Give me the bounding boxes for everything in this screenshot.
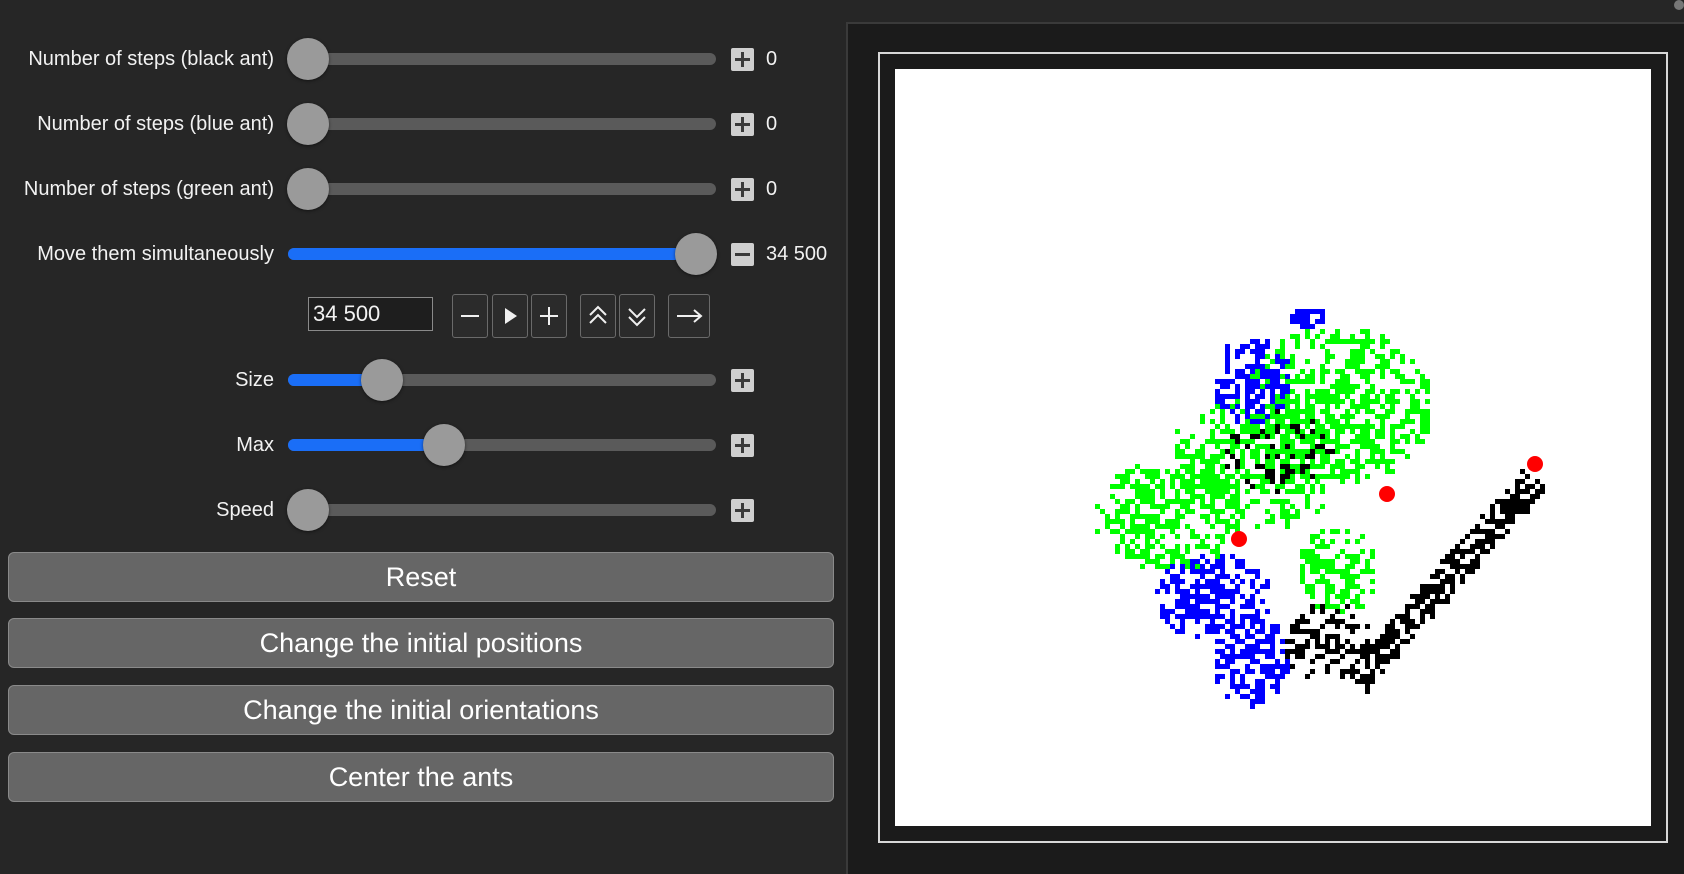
center-ants-button[interactable]: Center the ants xyxy=(8,752,834,802)
slider-label: Max xyxy=(236,434,274,456)
slower-button[interactable] xyxy=(619,294,655,338)
slider-row-black-ant: Number of steps (black ant) 0 xyxy=(0,34,840,84)
step-forward-button[interactable] xyxy=(668,294,710,338)
reset-button[interactable]: Reset xyxy=(8,552,834,602)
slider-track-max[interactable] xyxy=(288,439,716,451)
window-corner-icon xyxy=(1674,0,1684,10)
increment-button[interactable] xyxy=(531,294,567,338)
slider-label: Number of steps (green ant) xyxy=(23,178,274,200)
slider-track-speed[interactable] xyxy=(288,504,716,516)
trail-cells xyxy=(1095,309,1545,709)
slider-row-max: Max xyxy=(0,420,840,470)
double-chevron-up-icon xyxy=(589,305,607,324)
slider-knob-green-ant[interactable] xyxy=(287,168,329,210)
slider-row-blue-ant: Number of steps (blue ant) 0 xyxy=(0,99,840,149)
step-count-input[interactable] xyxy=(308,297,433,331)
slider-knob-size[interactable] xyxy=(360,359,403,401)
decrement-button[interactable] xyxy=(452,294,488,338)
plus-button[interactable] xyxy=(731,499,754,522)
double-chevron-down-icon xyxy=(628,308,646,327)
slider-label: Move them simultaneously xyxy=(37,243,274,265)
slider-label: Size xyxy=(235,369,274,391)
ant-grid-canvas xyxy=(895,69,1651,826)
ant-trails-svg xyxy=(1095,309,1545,709)
ant-marker-0 xyxy=(1231,531,1247,547)
slider-value: 0 xyxy=(766,113,778,135)
play-button[interactable] xyxy=(492,294,528,338)
plus-button[interactable] xyxy=(731,113,754,136)
slider-track-simultaneous[interactable] xyxy=(288,248,716,260)
plus-button[interactable] xyxy=(731,48,754,71)
slider-value: 34 500 xyxy=(766,243,828,265)
slider-value: 0 xyxy=(766,178,778,200)
arrow-right-icon xyxy=(677,309,703,323)
slider-knob-max[interactable] xyxy=(422,424,465,466)
change-initial-positions-button[interactable]: Change the initial positions xyxy=(8,618,834,668)
slider-knob-blue-ant[interactable] xyxy=(287,103,329,145)
slider-row-simultaneous: Move them simultaneously 34 500 xyxy=(0,229,840,279)
faster-button[interactable] xyxy=(580,294,616,338)
ant-marker-2 xyxy=(1527,456,1543,472)
slider-row-speed: Speed xyxy=(0,485,840,535)
play-icon xyxy=(505,308,517,324)
slider-knob-simultaneous[interactable] xyxy=(675,233,717,275)
slider-label: Number of steps (black ant) xyxy=(28,48,274,70)
change-initial-orientations-button[interactable]: Change the initial orientations xyxy=(8,685,834,735)
slider-label: Number of steps (blue ant) xyxy=(37,113,274,135)
slider-label: Speed xyxy=(216,499,274,521)
slider-track-size[interactable] xyxy=(288,374,716,386)
ant-marker-1 xyxy=(1379,486,1395,502)
plus-icon xyxy=(540,307,558,325)
slider-row-green-ant: Number of steps (green ant) 0 xyxy=(0,164,840,214)
slider-track-black-ant[interactable] xyxy=(288,53,716,65)
slider-track-blue-ant[interactable] xyxy=(288,118,716,130)
plus-button[interactable] xyxy=(731,178,754,201)
minus-button[interactable] xyxy=(731,243,754,266)
slider-knob-speed[interactable] xyxy=(287,489,329,531)
minus-icon xyxy=(461,315,479,317)
slider-row-size: Size xyxy=(0,355,840,405)
plus-button[interactable] xyxy=(731,369,754,392)
slider-knob-black-ant[interactable] xyxy=(287,38,329,80)
plus-button[interactable] xyxy=(731,434,754,457)
slider-track-green-ant[interactable] xyxy=(288,183,716,195)
slider-value: 0 xyxy=(766,48,778,70)
